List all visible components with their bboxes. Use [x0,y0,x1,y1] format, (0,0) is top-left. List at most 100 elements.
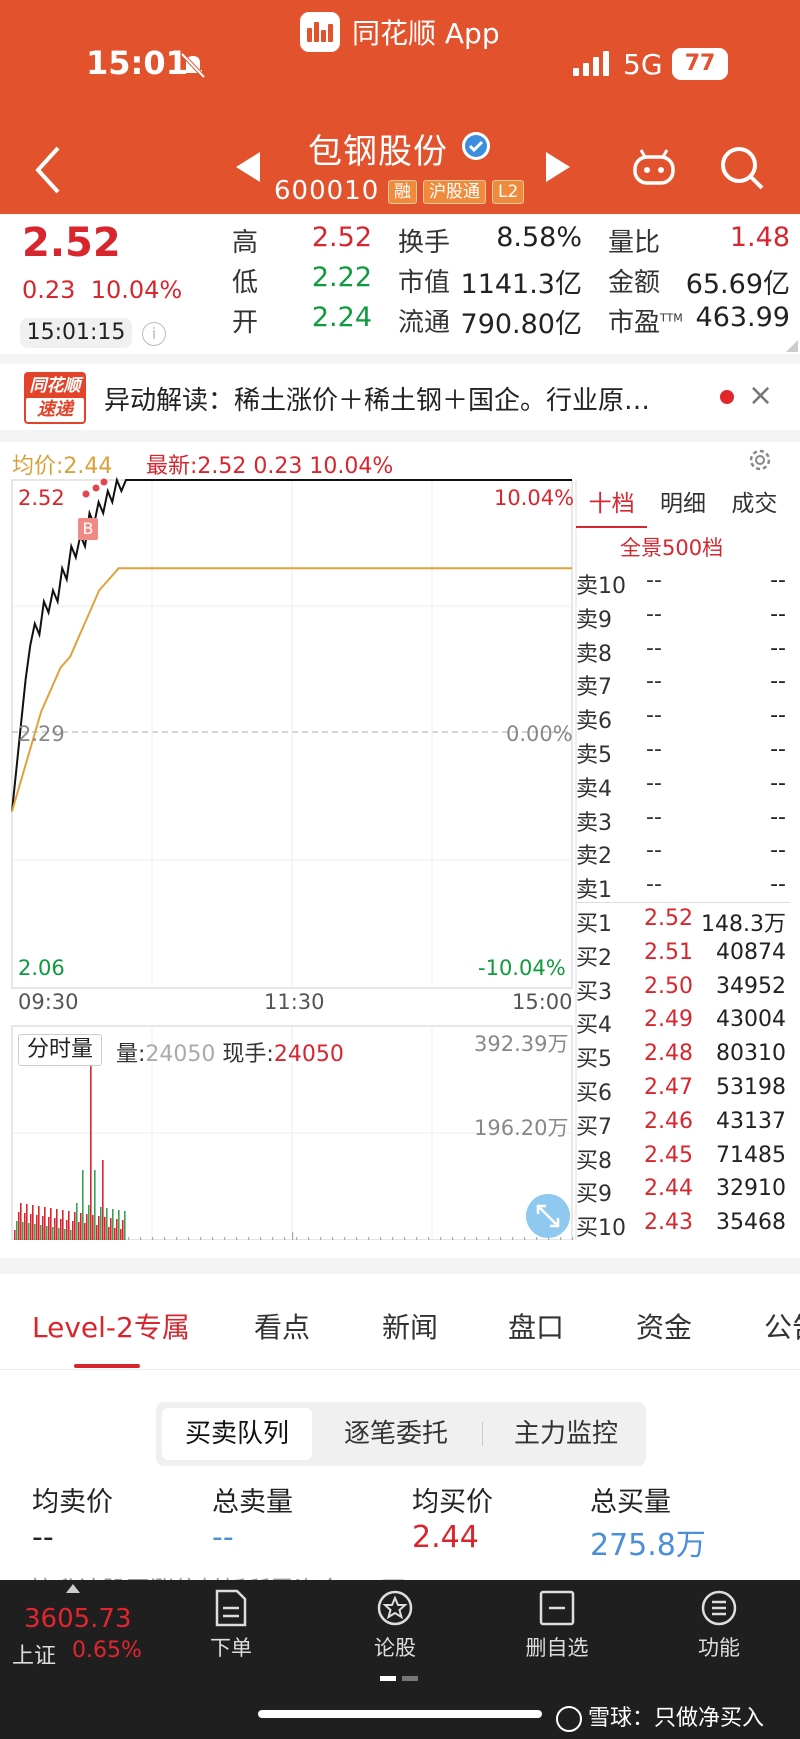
volume-bar [64,1229,66,1240]
alert-banner[interactable]: 同花顺 速递 异动解读：稀土涨价＋稀土钢＋国企。行业原… [0,364,800,430]
ask-row[interactable]: 卖9 -- -- [576,600,790,633]
segment-queue[interactable]: 买卖队列 [162,1408,312,1460]
tab-level2[interactable]: Level-2专属 [32,1306,190,1346]
bid-row[interactable]: 买9 2.44 32910 [576,1174,790,1207]
change-value: 0.23 [22,276,76,304]
volume-bar [74,1212,76,1240]
segment-main-force[interactable]: 主力监控 [486,1408,646,1460]
pager-indicator [380,1666,424,1685]
ask-row[interactable]: 卖6 -- -- [576,701,790,734]
change-percent: 10.04% [90,276,183,304]
ask-row[interactable]: 卖1 -- -- [576,870,790,903]
volume-bar [26,1204,28,1240]
avg-ask-value: -- [32,1520,54,1555]
prev-stock-button[interactable] [234,150,264,184]
ask-row[interactable]: 卖3 -- -- [576,803,790,836]
volume-top-label: 392.39万 [474,1032,569,1056]
index-value[interactable]: 3605.73 [24,1604,132,1634]
bid-row[interactable]: 买4 2.49 43004 [576,1005,790,1038]
index-name: 上证 [12,1644,57,1669]
volume-bar [88,1205,90,1240]
volume-bar [416,1237,418,1240]
buy-marker[interactable]: B [78,518,98,540]
level-label: 买8 [576,1148,612,1174]
expand-corner-icon[interactable] [786,340,798,352]
level-volume: -- [770,737,786,762]
ask-row[interactable]: 卖5 -- -- [576,735,790,768]
volume-bar [28,1223,30,1240]
bid-row[interactable]: 买5 2.48 80310 [576,1039,790,1072]
level-volume: -- [770,635,786,661]
volume-bar [392,1237,394,1240]
ask-row[interactable]: 卖8 -- -- [576,634,790,667]
app-root: 同花顺 App 15:01 5G 77 包钢股份 600010 融 沪股通 L2… [0,0,800,1739]
info-icon[interactable]: i [142,322,166,346]
bid-row[interactable]: 买1 2.52 148.3万 [576,904,790,937]
level-volume: -- [770,804,786,830]
robot-icon[interactable] [632,148,676,186]
value-high: 2.52 [311,222,372,253]
nav-order[interactable]: 下单 [186,1588,276,1662]
level-label: 卖2 [576,844,612,870]
active-tab-underline [74,1364,140,1368]
close-icon[interactable]: × [748,378,773,413]
expand-icon[interactable] [526,1194,570,1238]
full-depth-link[interactable]: 全景500档 [620,532,723,562]
label-volume-ratio: 量比 [608,228,661,258]
tag-margin: 融 [388,180,417,204]
next-stock-button[interactable] [542,150,572,184]
level-volume: 35468 [716,1210,786,1236]
value-market-cap: 1141.3亿 [460,269,582,300]
level-price: -- [646,601,662,627]
latest-price-label: 最新:2.52 0.23 10.04% [146,454,394,479]
bid-row[interactable]: 买3 2.50 34952 [576,972,790,1005]
tab-funds[interactable]: 资金 [636,1306,692,1346]
stock-name: 包钢股份 [308,132,448,172]
volume-bar [140,1237,142,1240]
search-icon[interactable] [718,144,766,192]
ask-bid-divider [576,902,790,903]
nav-remove-watchlist[interactable]: 删自选 [512,1588,602,1662]
volume-bar [296,1237,298,1240]
volume-bar [356,1237,358,1240]
watermark: 雪球：只做净买入 [556,1700,764,1732]
ask-row[interactable]: 卖7 -- -- [576,667,790,700]
nav-functions[interactable]: 功能 [674,1588,764,1662]
tab-order-flow[interactable]: 盘口 [508,1306,564,1346]
bid-row[interactable]: 买6 2.47 53198 [576,1073,790,1106]
ask-row[interactable]: 卖10 -- -- [576,566,790,599]
volume-bar [404,1237,406,1240]
level-price: -- [646,872,662,898]
volume-bar [164,1237,166,1240]
gear-icon[interactable] [746,446,774,474]
nav-discuss[interactable]: 论股 [350,1588,440,1662]
bid-row[interactable]: 买8 2.45 71485 [576,1141,790,1174]
tab-announcements[interactable]: 公告 [764,1306,800,1346]
volume-bar [112,1209,114,1240]
back-button[interactable] [30,140,66,200]
ask-row[interactable]: 卖4 -- -- [576,769,790,802]
level-price: -- [646,568,662,593]
tab-detail[interactable]: 明细 [647,484,718,528]
index-expand-icon[interactable] [66,1584,80,1593]
value-low: 2.22 [311,262,372,293]
tab-news[interactable]: 新闻 [382,1306,438,1346]
level-volume: -- [770,669,786,695]
bid-row[interactable]: 买7 2.46 43137 [576,1107,790,1140]
price-top-label: 2.52 [18,486,65,510]
volume-bar [86,1214,88,1240]
level-label: 卖4 [576,776,612,802]
bid-row[interactable]: 买10 2.43 35468 [576,1208,790,1241]
bid-row[interactable]: 买2 2.51 40874 [576,938,790,971]
volume-bar [212,1237,214,1240]
ask-row[interactable]: 卖2 -- -- [576,836,790,870]
label-open: 开 [232,308,259,338]
tab-highlights[interactable]: 看点 [254,1306,310,1346]
tab-ten-levels[interactable]: 十档 [576,484,648,528]
volume-bar [260,1237,262,1240]
volume-bar [16,1221,18,1240]
segment-orders[interactable]: 逐笔委托 [316,1408,476,1460]
tab-trades[interactable]: 成交 [719,484,790,528]
label-high: 高 [232,228,259,258]
volume-tag[interactable]: 分时量 [18,1034,103,1066]
